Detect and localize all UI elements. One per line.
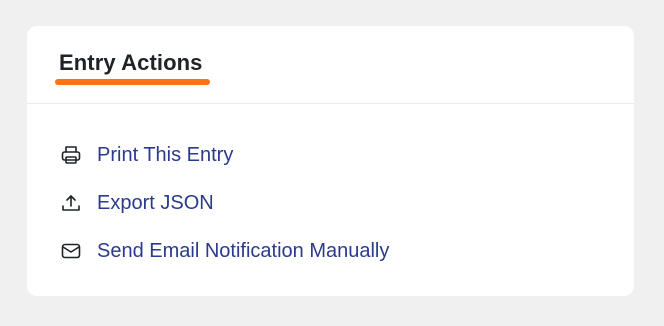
send-email-link[interactable]: Send Email Notification Manually (97, 240, 389, 263)
print-entry-action[interactable]: Print This Entry (59, 131, 389, 179)
title-underline (55, 79, 210, 85)
export-json-link[interactable]: Export JSON (97, 192, 214, 215)
actions-list: Print This Entry Export JSON Send Email … (59, 131, 389, 275)
export-json-action[interactable]: Export JSON (59, 179, 389, 227)
entry-actions-card: Entry Actions Print This Entry Export JS… (27, 26, 634, 296)
send-email-action[interactable]: Send Email Notification Manually (59, 227, 389, 275)
printer-icon (59, 143, 83, 167)
upload-icon (59, 191, 83, 215)
card-header: Entry Actions (27, 26, 634, 104)
mail-icon (59, 239, 83, 263)
print-entry-link[interactable]: Print This Entry (97, 144, 233, 167)
card-title: Entry Actions (59, 50, 203, 75)
